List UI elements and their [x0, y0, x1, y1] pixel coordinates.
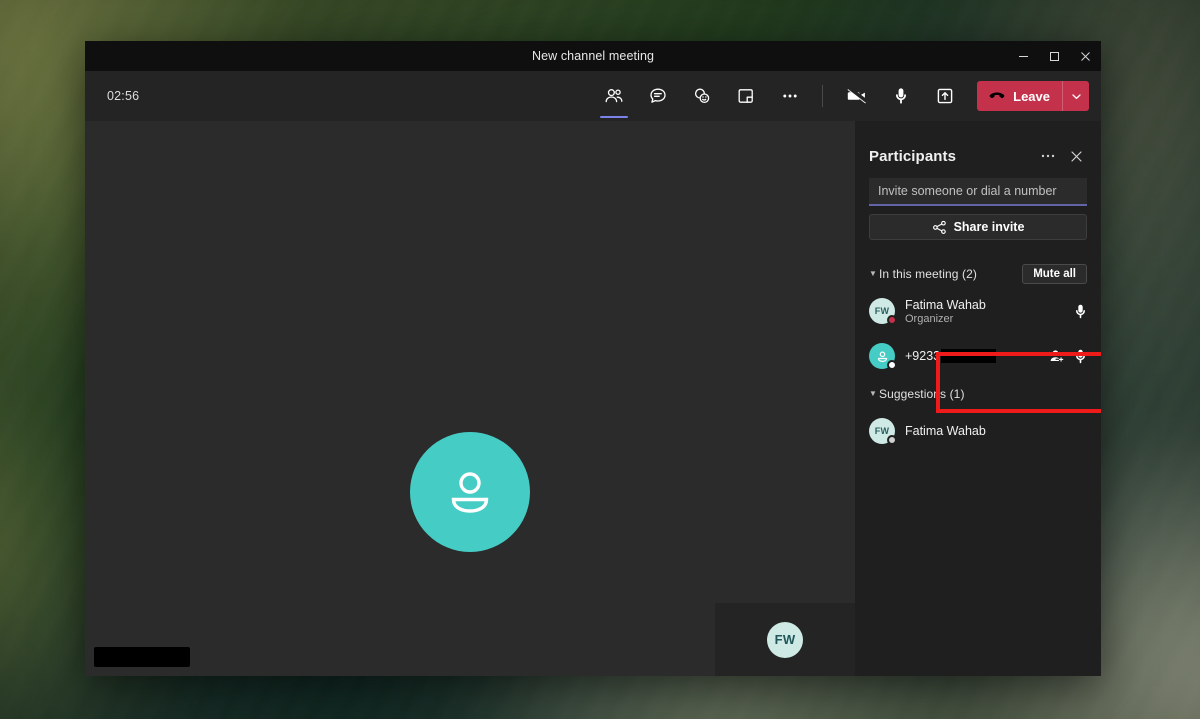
hangup-icon	[988, 87, 1006, 105]
section-header-in-this-meeting[interactable]: ▼ In this meeting (2) Mute all	[869, 263, 1087, 285]
presence-badge-busy	[887, 315, 897, 325]
camera-toggle-button[interactable]	[840, 79, 874, 113]
window-controls	[1008, 41, 1101, 71]
collapse-triangle-icon: ▼	[869, 390, 879, 398]
microphone-icon[interactable]	[1073, 303, 1087, 319]
redacted-name-label	[94, 647, 190, 667]
share-content-button[interactable]	[928, 79, 962, 113]
microphone-icon[interactable]	[1073, 348, 1087, 364]
section-label-in-this-meeting: In this meeting (2)	[879, 267, 1022, 281]
show-participants-button[interactable]	[597, 79, 631, 113]
add-participant-icon[interactable]	[1050, 348, 1064, 364]
close-icon	[1070, 150, 1083, 163]
leave-button-label: Leave	[1013, 89, 1050, 104]
participant-info: +9233	[905, 349, 1050, 363]
participant-row-phone[interactable]: +9233	[869, 337, 1087, 375]
share-invite-button[interactable]: Share invite	[869, 214, 1087, 240]
self-avatar: FW	[767, 622, 803, 658]
participant-phone-prefix: +9233	[905, 349, 940, 363]
collapse-triangle-icon: ▼	[869, 270, 879, 278]
page-title: Participants	[869, 148, 1031, 165]
toolbar-divider	[822, 85, 823, 107]
show-conversation-button[interactable]	[641, 79, 675, 113]
close-button[interactable]	[1070, 41, 1101, 71]
avatar	[869, 343, 895, 369]
participant-actions	[1073, 303, 1087, 319]
panel-close-button[interactable]	[1065, 145, 1087, 167]
participant-phone-number: +9233	[905, 349, 1050, 363]
leave-options-chevron-down-icon[interactable]	[1062, 81, 1089, 111]
meeting-body: FW Participants	[85, 121, 1101, 676]
section-header-suggestions[interactable]: ▼ Suggestions (1)	[869, 383, 1087, 405]
participants-panel: Participants	[855, 121, 1101, 676]
participant-role: Organizer	[905, 313, 1073, 325]
presence-badge-offline	[887, 435, 897, 445]
participant-name: Fatima Wahab	[905, 298, 1073, 312]
meeting-timer: 02:56	[107, 89, 139, 103]
leave-button-group: Leave	[977, 81, 1089, 111]
meeting-action-bar: 02:56	[85, 71, 1101, 121]
share-invite-label: Share invite	[954, 220, 1025, 234]
participants-panel-header: Participants	[869, 134, 1087, 178]
participant-actions	[1050, 348, 1087, 364]
redacted-number-mask	[941, 349, 996, 363]
participant-name: Fatima Wahab	[905, 424, 1087, 438]
meeting-window: New channel meeting 02:56	[85, 41, 1101, 676]
meeting-toolbar: Leave	[592, 79, 1089, 113]
suggestion-row[interactable]: FW Fatima Wahab	[869, 412, 1087, 450]
invite-input[interactable]	[869, 178, 1087, 206]
panel-more-options-button[interactable]	[1037, 145, 1059, 167]
reactions-button[interactable]	[685, 79, 719, 113]
section-label-suggestions: Suggestions (1)	[879, 387, 1087, 401]
contact-icon	[439, 461, 501, 523]
breakout-rooms-button[interactable]	[729, 79, 763, 113]
participant-info: Fatima Wahab	[905, 424, 1087, 438]
mute-all-button[interactable]: Mute all	[1022, 264, 1087, 284]
active-speaker-avatar	[410, 432, 530, 552]
participant-info: Fatima Wahab Organizer	[905, 298, 1073, 325]
avatar: FW	[869, 298, 895, 324]
more-actions-button[interactable]	[773, 79, 807, 113]
ellipsis-icon	[1040, 148, 1056, 164]
minimize-button[interactable]	[1008, 41, 1039, 71]
leave-button[interactable]: Leave	[977, 81, 1062, 111]
participant-row-organizer[interactable]: FW Fatima Wahab Organizer	[869, 292, 1087, 330]
share-nodes-icon	[932, 220, 947, 235]
window-titlebar: New channel meeting	[85, 41, 1101, 71]
maximize-button[interactable]	[1039, 41, 1070, 71]
window-title: New channel meeting	[532, 49, 654, 63]
mic-toggle-button[interactable]	[884, 79, 918, 113]
video-stage[interactable]: FW	[85, 121, 855, 676]
self-video-thumbnail[interactable]: FW	[715, 603, 855, 676]
avatar: FW	[869, 418, 895, 444]
presence-badge-offline	[887, 360, 897, 370]
